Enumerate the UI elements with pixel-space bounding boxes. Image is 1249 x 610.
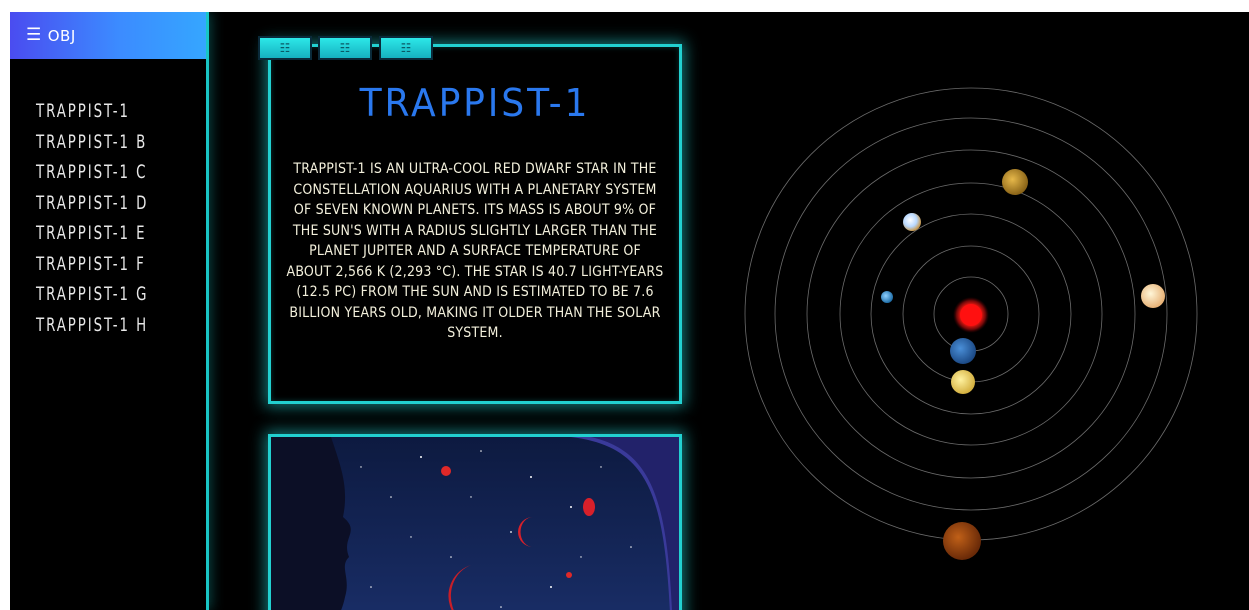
nav-item-trappist-1c[interactable]: TRAPPIST-1 C	[36, 157, 148, 188]
illustration-card	[268, 434, 682, 610]
info-card: TRAPPIST-1 TRAPPIST-1 is an ultra-cool r…	[268, 44, 682, 404]
tab-1[interactable]: ☷	[258, 36, 312, 60]
object-description: TRAPPIST-1 is an ultra-cool red dwarf st…	[286, 161, 664, 341]
planet-b[interactable]	[881, 291, 893, 303]
nav-item-trappist-1h[interactable]: TRAPPIST-1 H	[36, 310, 148, 341]
nav-item-trappist-1e[interactable]: TRAPPIST-1 E	[36, 218, 148, 249]
object-list: TRAPPIST-1 TRAPPIST-1 B TRAPPIST-1 C TRA…	[36, 96, 180, 340]
menu-label: OBJ	[47, 26, 76, 45]
menu-icon: ☰	[26, 25, 42, 45]
sidebar: ☰ OBJ TRAPPIST-1 TRAPPIST-1 B TRAPPIST-1…	[10, 12, 209, 610]
planet-c[interactable]	[903, 213, 921, 231]
planet-e[interactable]	[1141, 284, 1165, 308]
planet-f[interactable]	[950, 338, 976, 364]
tab-2[interactable]: ☷	[318, 36, 372, 60]
star-core	[960, 304, 982, 326]
planet-g[interactable]	[951, 370, 975, 394]
menu-button[interactable]: ☰ OBJ	[10, 12, 206, 59]
grid-icon: ☷	[279, 41, 291, 55]
nav-item-trappist-1g[interactable]: TRAPPIST-1 G	[36, 279, 148, 310]
nav-item-trappist-1d[interactable]: TRAPPIST-1 D	[36, 188, 148, 219]
space-illustration	[271, 437, 679, 610]
nav-item-trappist-1b[interactable]: TRAPPIST-1 B	[36, 127, 148, 158]
orbit-system	[744, 87, 1198, 560]
tab-3[interactable]: ☷	[379, 36, 433, 60]
nav-item-trappist-1f[interactable]: TRAPPIST-1 F	[36, 249, 148, 280]
grid-icon: ☷	[339, 41, 351, 55]
page-title: TRAPPIST-1	[359, 81, 591, 125]
grid-icon: ☷	[400, 41, 412, 55]
planet-d[interactable]	[1002, 169, 1028, 195]
planet-h[interactable]	[943, 522, 981, 560]
app-frame: ☰ OBJ TRAPPIST-1 TRAPPIST-1 B TRAPPIST-1…	[10, 12, 1249, 610]
nav-item-trappist-1[interactable]: TRAPPIST-1	[36, 96, 148, 127]
